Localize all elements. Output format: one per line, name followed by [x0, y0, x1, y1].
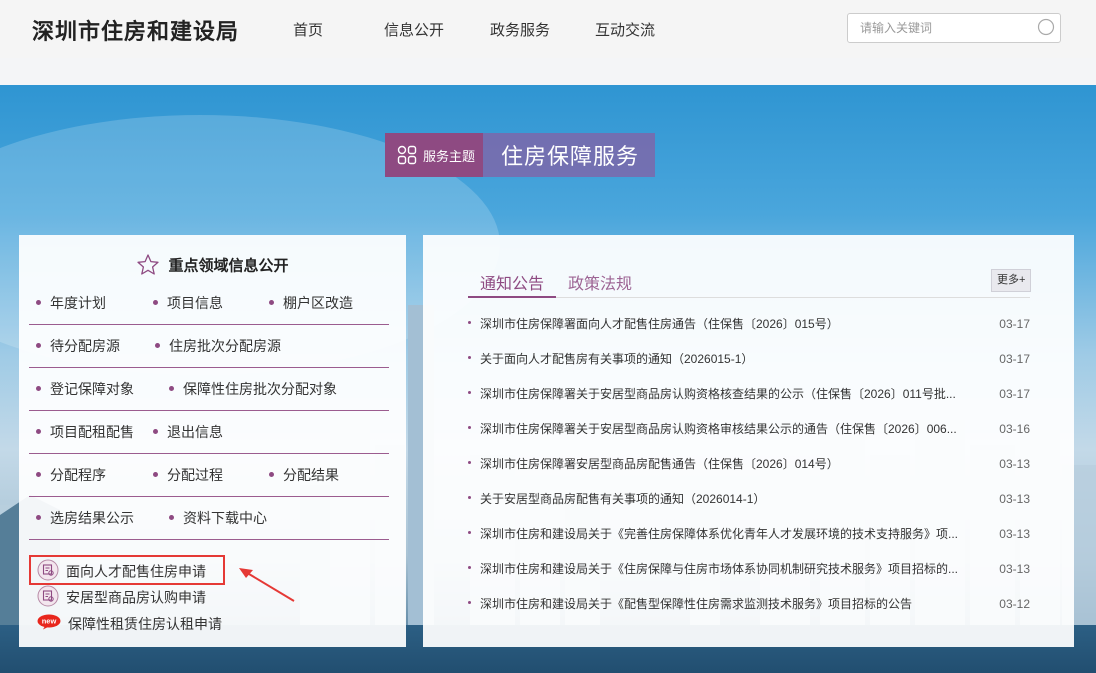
news-item[interactable]: 深圳市住房和建设局关于《住房保障与住房市场体系协同机制研究技术服务》项目招标的.…: [468, 559, 1030, 579]
news-item[interactable]: 深圳市住房保障署关于安居型商品房认购资格核查结果的公示（住保售〔2026〕011…: [468, 384, 1030, 404]
tab-notices[interactable]: 通知公告: [480, 270, 544, 294]
apply-affordable-housing-link[interactable]: 安居型商品房认购申请: [37, 585, 206, 607]
panel-title: 重点领域信息公开: [168, 257, 289, 275]
link-download-center[interactable]: 资料下载中心: [169, 508, 267, 528]
link-project-info[interactable]: 项目信息: [153, 293, 223, 313]
link-pending-housing[interactable]: 待分配房源: [36, 336, 120, 356]
link-row: 分配程序 分配过程 分配结果: [29, 453, 389, 497]
more-button[interactable]: 更多+: [991, 269, 1032, 292]
tab-policies[interactable]: 政策法规: [568, 270, 632, 294]
link-allocation-procedure[interactable]: 分配程序: [36, 465, 106, 485]
star-icon: [137, 254, 160, 275]
apply-icon: [37, 585, 59, 613]
link-allocation-result[interactable]: 分配结果: [269, 465, 339, 485]
link-row: 选房结果公示 资料下载中心: [29, 496, 389, 540]
news-item[interactable]: 深圳市住房保障署面向人才配售住房通告（住保售〔2026〕015号） 03-17: [468, 314, 1030, 334]
link-row: 登记保障对象 保障性住房批次分配对象: [29, 367, 389, 411]
news-item[interactable]: 深圳市住房保障署关于安居型商品房认购资格审核结果公示的通告（住保售〔2026〕0…: [468, 419, 1030, 439]
arrow-annotation: [239, 568, 295, 602]
nav-home[interactable]: 首页: [293, 19, 323, 40]
search-box: [847, 13, 1061, 43]
search-input[interactable]: [858, 14, 1032, 42]
apply-rental-housing-link[interactable]: new 保障性租赁住房认租申请: [37, 613, 222, 635]
grid-icon: [397, 145, 417, 165]
link-exit-info[interactable]: 退出信息: [153, 422, 223, 442]
nav-interaction[interactable]: 互动交流: [595, 19, 655, 40]
service-label: 服务主题: [423, 148, 476, 164]
service-title-bar: 服务主题 住房保障服务: [385, 133, 656, 177]
active-tab-indicator: [468, 296, 556, 298]
link-registered-recipients[interactable]: 登记保障对象: [36, 379, 134, 399]
news-item[interactable]: 深圳市住房保障署安居型商品房配售通告（住保售〔2026〕014号） 03-13: [468, 454, 1030, 474]
search-icon[interactable]: [1037, 18, 1055, 36]
site-logo[interactable]: 深圳市住房和建设局: [32, 14, 239, 46]
nav-info-disclosure[interactable]: 信息公开: [384, 19, 444, 40]
link-selection-result[interactable]: 选房结果公示: [36, 508, 134, 528]
link-allocation-process[interactable]: 分配过程: [153, 465, 223, 485]
link-shantytown-renovation[interactable]: 棚户区改造: [269, 293, 353, 313]
news-item[interactable]: 关于面向人才配售房有关事项的通知（2026015-1） 03-17: [468, 349, 1030, 369]
top-header: 深圳市住房和建设局 首页 信息公开 政务服务 互动交流: [0, 0, 1096, 58]
link-row: 年度计划 项目信息 棚户区改造: [29, 281, 389, 325]
link-batch-recipients[interactable]: 保障性住房批次分配对象: [169, 379, 337, 399]
news-item[interactable]: 深圳市住房和建设局关于《完善住房保障体系优化青年人才发展环境的技术支持服务》项.…: [468, 524, 1030, 544]
key-info-panel: 重点领域信息公开 年度计划 项目信息 棚户区改造 待分配房源 住房批次分配房源 …: [19, 235, 406, 647]
link-row: 项目配租配售 退出信息: [29, 410, 389, 454]
news-item[interactable]: 深圳市住房和建设局关于《配售型保障性住房需求监测技术服务》项目招标的公告 03-1…: [468, 594, 1030, 614]
link-batch-housing[interactable]: 住房批次分配房源: [155, 336, 281, 356]
news-item[interactable]: 关于安居型商品房配售有关事项的通知（2026014-1） 03-13: [468, 489, 1030, 509]
notice-panel: 通知公告 政策法规 更多+ 深圳市住房保障署面向人才配售住房通告（住保售〔202…: [423, 235, 1074, 647]
link-annual-plan[interactable]: 年度计划: [36, 293, 106, 313]
service-title: 住房保障服务: [483, 133, 656, 177]
link-rent-sale[interactable]: 项目配租配售: [36, 422, 134, 442]
new-badge-icon: new: [37, 614, 61, 636]
highlight-box: [29, 555, 225, 585]
new-badge-text: new: [42, 617, 57, 626]
link-row: 待分配房源 住房批次分配房源: [29, 324, 389, 368]
nav-gov-services[interactable]: 政务服务: [490, 19, 550, 40]
